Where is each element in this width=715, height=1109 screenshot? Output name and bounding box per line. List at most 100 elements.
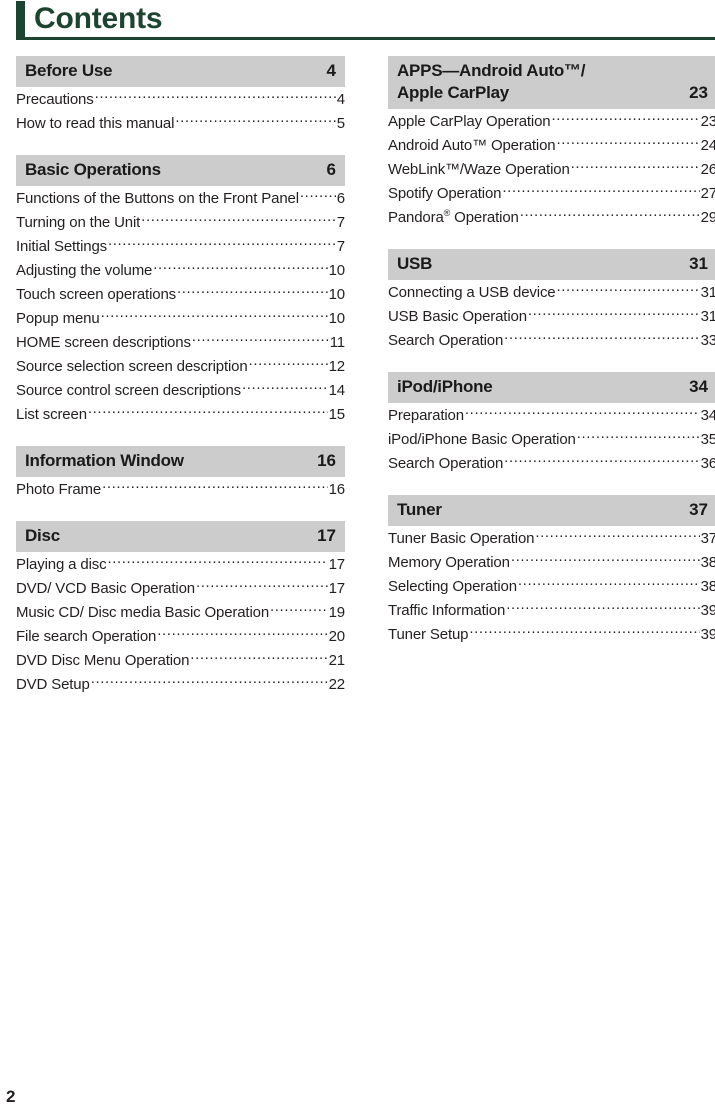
toc-entry[interactable]: DVD Setup 22 — [16, 673, 345, 697]
toc-leader-dots — [157, 627, 327, 641]
toc-entry-page: 12 — [328, 358, 345, 375]
toc-entry-page: 10 — [328, 310, 345, 327]
toc-section-header[interactable]: iPod/iPhone 34 — [388, 372, 715, 403]
toc-section-header[interactable]: Before Use 4 — [16, 56, 345, 87]
toc-entry[interactable]: Search Operation 36 — [388, 452, 715, 476]
toc-entry[interactable]: Tuner Basic Operation 37 — [388, 527, 715, 551]
toc-entry-page: 31 — [700, 284, 715, 301]
toc-entry[interactable]: Android Auto™ Operation 24 — [388, 134, 715, 158]
toc-entry-page: 6 — [336, 190, 345, 207]
toc-leader-dots — [91, 675, 328, 689]
toc-section-header[interactable]: USB 31 — [388, 249, 715, 280]
toc-section-header[interactable]: Disc 17 — [16, 521, 345, 552]
toc-section-page: 6 — [326, 160, 336, 179]
toc-entry[interactable]: Source selection screen description 12 — [16, 355, 345, 379]
page-title: Contents — [34, 2, 163, 35]
toc-entry-page: 19 — [328, 604, 345, 621]
toc-entry[interactable]: iPod/iPhone Basic Operation 35 — [388, 428, 715, 452]
toc-entry-title: Source selection screen description — [16, 358, 248, 375]
toc-entry[interactable]: Preparation 34 — [388, 404, 715, 428]
toc-entry[interactable]: WebLink™/Waze Operation 26 — [388, 158, 715, 182]
toc-entry[interactable]: Turning on the Unit 7 — [16, 211, 345, 235]
toc-entry[interactable]: Apple CarPlay Operation 23 — [388, 110, 715, 134]
toc-entry[interactable]: Spotify Operation 27 — [388, 182, 715, 206]
toc-entry-page: 23 — [700, 113, 715, 130]
toc-entry-page: 22 — [328, 676, 345, 693]
toc-entry-list: Playing a disc17DVD/ VCD Basic Operation… — [16, 553, 345, 697]
toc-entry-page: 37 — [700, 530, 715, 547]
header-accent-bar — [16, 1, 25, 37]
toc-section-header[interactable]: APPS—Android Auto™/Apple CarPlay 23 — [388, 56, 715, 109]
toc-entry[interactable]: Touch screen operations 10 — [16, 283, 345, 307]
toc-entry[interactable]: List screen 15 — [16, 403, 345, 427]
toc-leader-dots — [95, 90, 336, 104]
toc-leader-dots — [535, 529, 699, 543]
toc-entry[interactable]: Traffic Information 39 — [388, 599, 715, 623]
toc-entry-title: Preparation — [388, 407, 464, 424]
toc-entry-title: Connecting a USB device — [388, 284, 556, 301]
toc-entry[interactable]: Pandora® Operation 29 — [388, 206, 715, 230]
toc-leader-dots — [88, 405, 328, 419]
toc-entry[interactable]: Playing a disc 17 — [16, 553, 345, 577]
toc-entry[interactable]: Functions of the Buttons on the Front Pa… — [16, 187, 345, 211]
toc-entry-title: iPod/iPhone Basic Operation — [388, 431, 576, 448]
toc-entry[interactable]: DVD/ VCD Basic Operation 17 — [16, 577, 345, 601]
toc-leader-dots — [551, 112, 699, 126]
toc-section: Basic Operations 6 Functions of the Button… — [16, 155, 345, 427]
toc-entry[interactable]: Initial Settings 7 — [16, 235, 345, 259]
toc-section-page: 16 — [317, 451, 336, 470]
toc-entry-page: 21 — [328, 652, 345, 669]
toc-leader-dots — [528, 307, 700, 321]
toc-section: iPod/iPhone 34 Preparation 34 iPod/iPhone Ba… — [388, 372, 715, 476]
toc-leader-dots — [101, 309, 328, 323]
toc-leader-dots — [270, 603, 328, 617]
toc-entry-title: Precautions — [16, 91, 94, 108]
toc-entry[interactable]: Memory Operation 38 — [388, 551, 715, 575]
toc-section-title: APPS—Android Auto™/Apple CarPlay — [397, 61, 586, 102]
toc-entry-title: Memory Operation — [388, 554, 510, 571]
toc-section-header[interactable]: Basic Operations 6 — [16, 155, 345, 186]
toc-entry[interactable]: Tuner Setup 39 — [388, 623, 715, 647]
toc-leader-dots — [506, 601, 699, 615]
toc-entry-list: Functions of the Buttons on the Front Pa… — [16, 187, 345, 427]
toc-entry[interactable]: File search Operation 20 — [16, 625, 345, 649]
toc-section-page: 4 — [326, 61, 336, 80]
toc-entry-page: 15 — [328, 406, 345, 423]
toc-entry[interactable]: DVD Disc Menu Operation 21 — [16, 649, 345, 673]
toc-entry-title: DVD/ VCD Basic Operation — [16, 580, 195, 597]
toc-entry[interactable]: Photo Frame 16 — [16, 478, 345, 502]
toc-entry-page: 31 — [700, 308, 715, 325]
toc-entry[interactable]: Connecting a USB device 31 — [388, 281, 715, 305]
toc-leader-dots — [190, 651, 327, 665]
toc-entry[interactable]: Music CD/ Disc media Basic Operation 19 — [16, 601, 345, 625]
toc-entry[interactable]: How to read this manual 5 — [16, 112, 345, 136]
toc-entry-title: Selecting Operation — [388, 578, 517, 595]
toc-section-title: USB — [397, 254, 433, 273]
toc-entry-title: File search Operation — [16, 628, 157, 645]
toc-leader-dots — [300, 189, 336, 203]
toc-section-header[interactable]: Tuner 37 — [388, 495, 715, 526]
toc-entry-title: Tuner Setup — [388, 626, 469, 643]
toc-entry-list: Tuner Basic Operation 37 Memory Operation 3… — [388, 527, 715, 647]
toc-entry-page: 16 — [328, 481, 345, 498]
toc-section: Before Use 4 Precautions 4 How to read this … — [16, 56, 345, 136]
header-divider — [16, 37, 715, 40]
toc-leader-dots — [518, 577, 700, 591]
toc-entry[interactable]: Source control screen descriptions 14 — [16, 379, 345, 403]
toc-entry[interactable]: Selecting Operation 38 — [388, 575, 715, 599]
toc-leader-dots — [504, 331, 699, 345]
toc-entry-title: Playing a disc — [16, 556, 107, 573]
toc-section-header[interactable]: Information Window 16 — [16, 446, 345, 477]
toc-leader-dots — [141, 213, 336, 227]
toc-entry[interactable]: Adjusting the volume 10 — [16, 259, 345, 283]
toc-entry[interactable]: Search Operation 33 — [388, 329, 715, 353]
toc-entry-title: Search Operation — [388, 332, 504, 349]
toc-section-title: Information Window — [25, 451, 184, 470]
toc-entry[interactable]: Popup menu 10 — [16, 307, 345, 331]
toc-entry[interactable]: USB Basic Operation 31 — [388, 305, 715, 329]
toc-entry[interactable]: HOME screen descriptions 11 — [16, 331, 345, 355]
toc-leader-dots — [556, 283, 699, 297]
toc-entry[interactable]: Precautions 4 — [16, 88, 345, 112]
toc-entry-title: Apple CarPlay Operation — [388, 113, 551, 130]
toc-entry-list: Connecting a USB device31USB Basic Opera… — [388, 281, 715, 353]
